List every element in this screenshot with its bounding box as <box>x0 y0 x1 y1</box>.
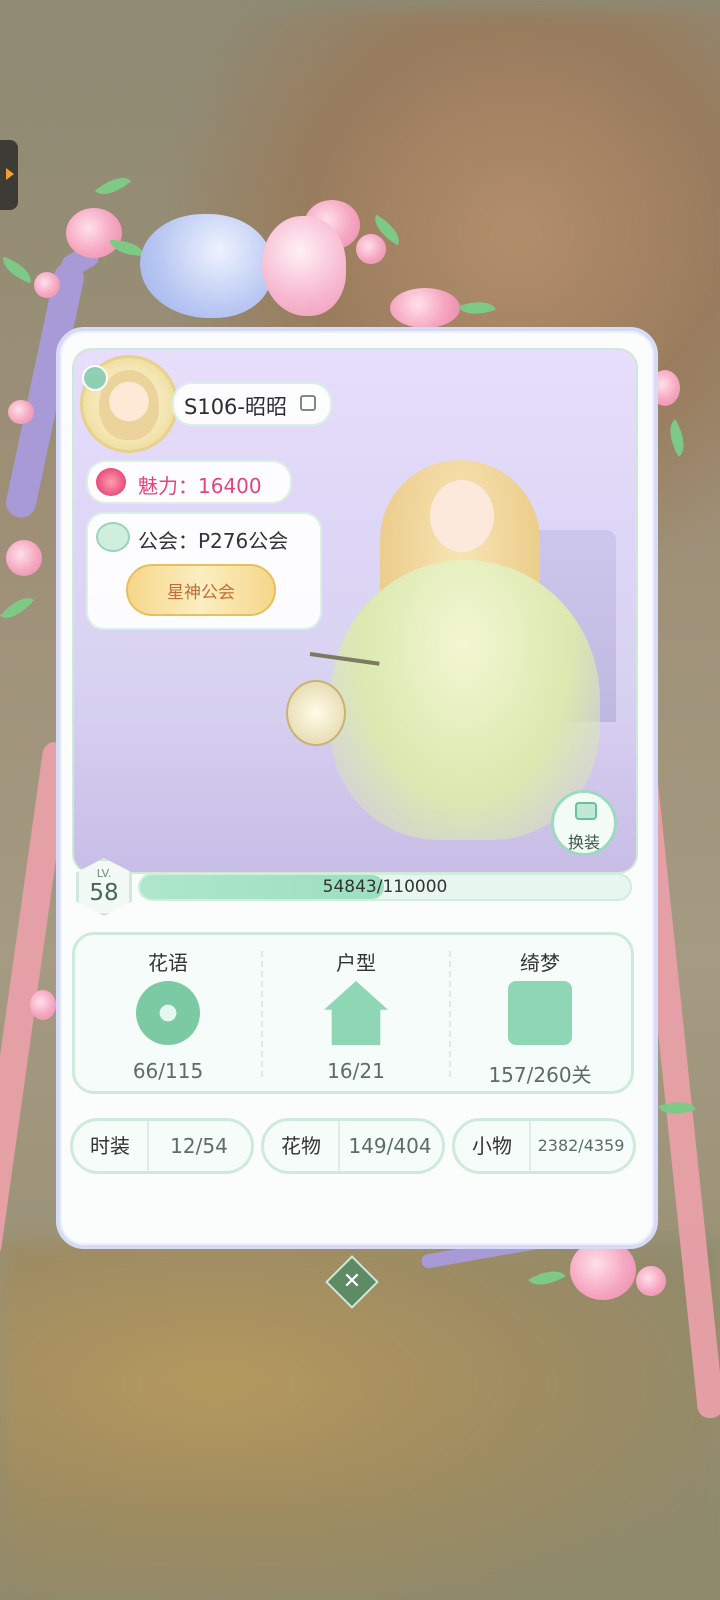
pink-bird <box>262 216 346 316</box>
blossom <box>356 234 386 264</box>
collection-label: 小物 <box>455 1121 531 1171</box>
stat-dream[interactable]: 绮梦 157/260关 <box>447 935 633 1091</box>
leaf <box>110 240 144 256</box>
shirt-icon <box>575 802 597 820</box>
change-outfit-label: 换装 <box>567 833 600 852</box>
blossom <box>570 1240 636 1300</box>
collection-flowers[interactable]: 花物 149/404 <box>261 1118 445 1174</box>
stats-panel: 花语 66/115 户型 16/21 绮梦 157/260关 <box>72 932 634 1094</box>
stat-value: 16/21 <box>327 1059 385 1083</box>
collection-label: 花物 <box>264 1121 340 1171</box>
blossom <box>8 400 34 424</box>
blossom <box>6 540 42 576</box>
avatar-face <box>99 370 159 440</box>
charm-value: 魅力：16400 <box>138 474 262 498</box>
charm-pill: 魅力：16400 <box>86 460 292 504</box>
blossom <box>636 1266 666 1296</box>
blossom <box>390 288 460 328</box>
player-name-pill[interactable]: S106-昭昭 <box>172 382 332 426</box>
collection-outfits[interactable]: 时装 12/54 <box>70 1118 254 1174</box>
player-name: S106-昭昭 <box>184 395 287 419</box>
leaf <box>94 168 132 204</box>
collection-value: 149/404 <box>348 1134 432 1158</box>
stat-flower-language[interactable]: 花语 66/115 <box>75 935 261 1091</box>
guild-box[interactable]: 公会：P276公会 星神公会 <box>86 512 322 630</box>
edit-icon[interactable] <box>300 395 316 411</box>
guild-icon <box>96 522 130 552</box>
collection-value: 2382/4359 <box>537 1136 625 1155</box>
leaf <box>0 256 36 284</box>
side-drawer-tab[interactable] <box>0 140 18 210</box>
stat-title: 户型 <box>336 951 376 975</box>
level-label: LV. <box>96 867 112 880</box>
guild-badge: 星神公会 <box>126 564 276 616</box>
character-face <box>430 480 494 552</box>
stat-value: 157/260关 <box>488 1063 592 1087</box>
blossom <box>34 272 60 298</box>
rose-icon <box>96 468 126 496</box>
guild-name: 公会：P276公会 <box>138 529 289 553</box>
settings-flower-icon[interactable] <box>82 365 108 391</box>
change-outfit-button[interactable]: 换装 <box>551 790 617 856</box>
letter-feather-icon <box>508 981 572 1045</box>
stat-title: 花语 <box>148 951 188 975</box>
close-icon: ✕ <box>342 1269 362 1294</box>
character-dress <box>330 560 600 840</box>
guild-badge-label: 星神公会 <box>167 583 235 603</box>
xp-text: 54843/110000 <box>322 877 448 897</box>
collection-value: 12/54 <box>170 1134 228 1158</box>
blossom <box>66 208 122 258</box>
level-value: 58 <box>89 880 119 906</box>
house-icon <box>324 981 388 1045</box>
lantern <box>286 680 346 746</box>
collection-label: 时装 <box>73 1121 149 1171</box>
collection-small-items[interactable]: 小物 2382/4359 <box>452 1118 636 1174</box>
leaf <box>0 589 35 627</box>
stat-value: 66/115 <box>132 1059 204 1083</box>
stat-house-type[interactable]: 户型 16/21 <box>263 935 449 1091</box>
stat-title: 绮梦 <box>520 951 560 975</box>
flower-icon <box>136 981 200 1045</box>
blue-bird <box>140 214 272 318</box>
blossom <box>30 990 56 1020</box>
